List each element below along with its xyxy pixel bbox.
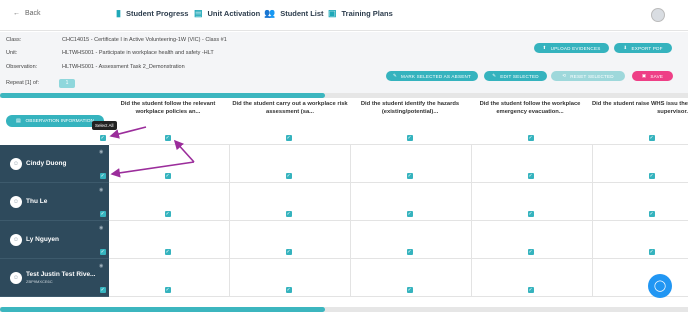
chat-icon[interactable]: ◯	[648, 274, 672, 298]
scrollbar-thumb[interactable]	[0, 307, 325, 312]
arrow-to-select-all	[109, 126, 147, 139]
horizontal-scrollbar-bottom[interactable]	[0, 307, 688, 312]
arrow-to-column-checkbox	[173, 139, 195, 163]
annotation-arrows	[109, 126, 195, 178]
arrow-to-student-checkbox	[110, 161, 195, 178]
